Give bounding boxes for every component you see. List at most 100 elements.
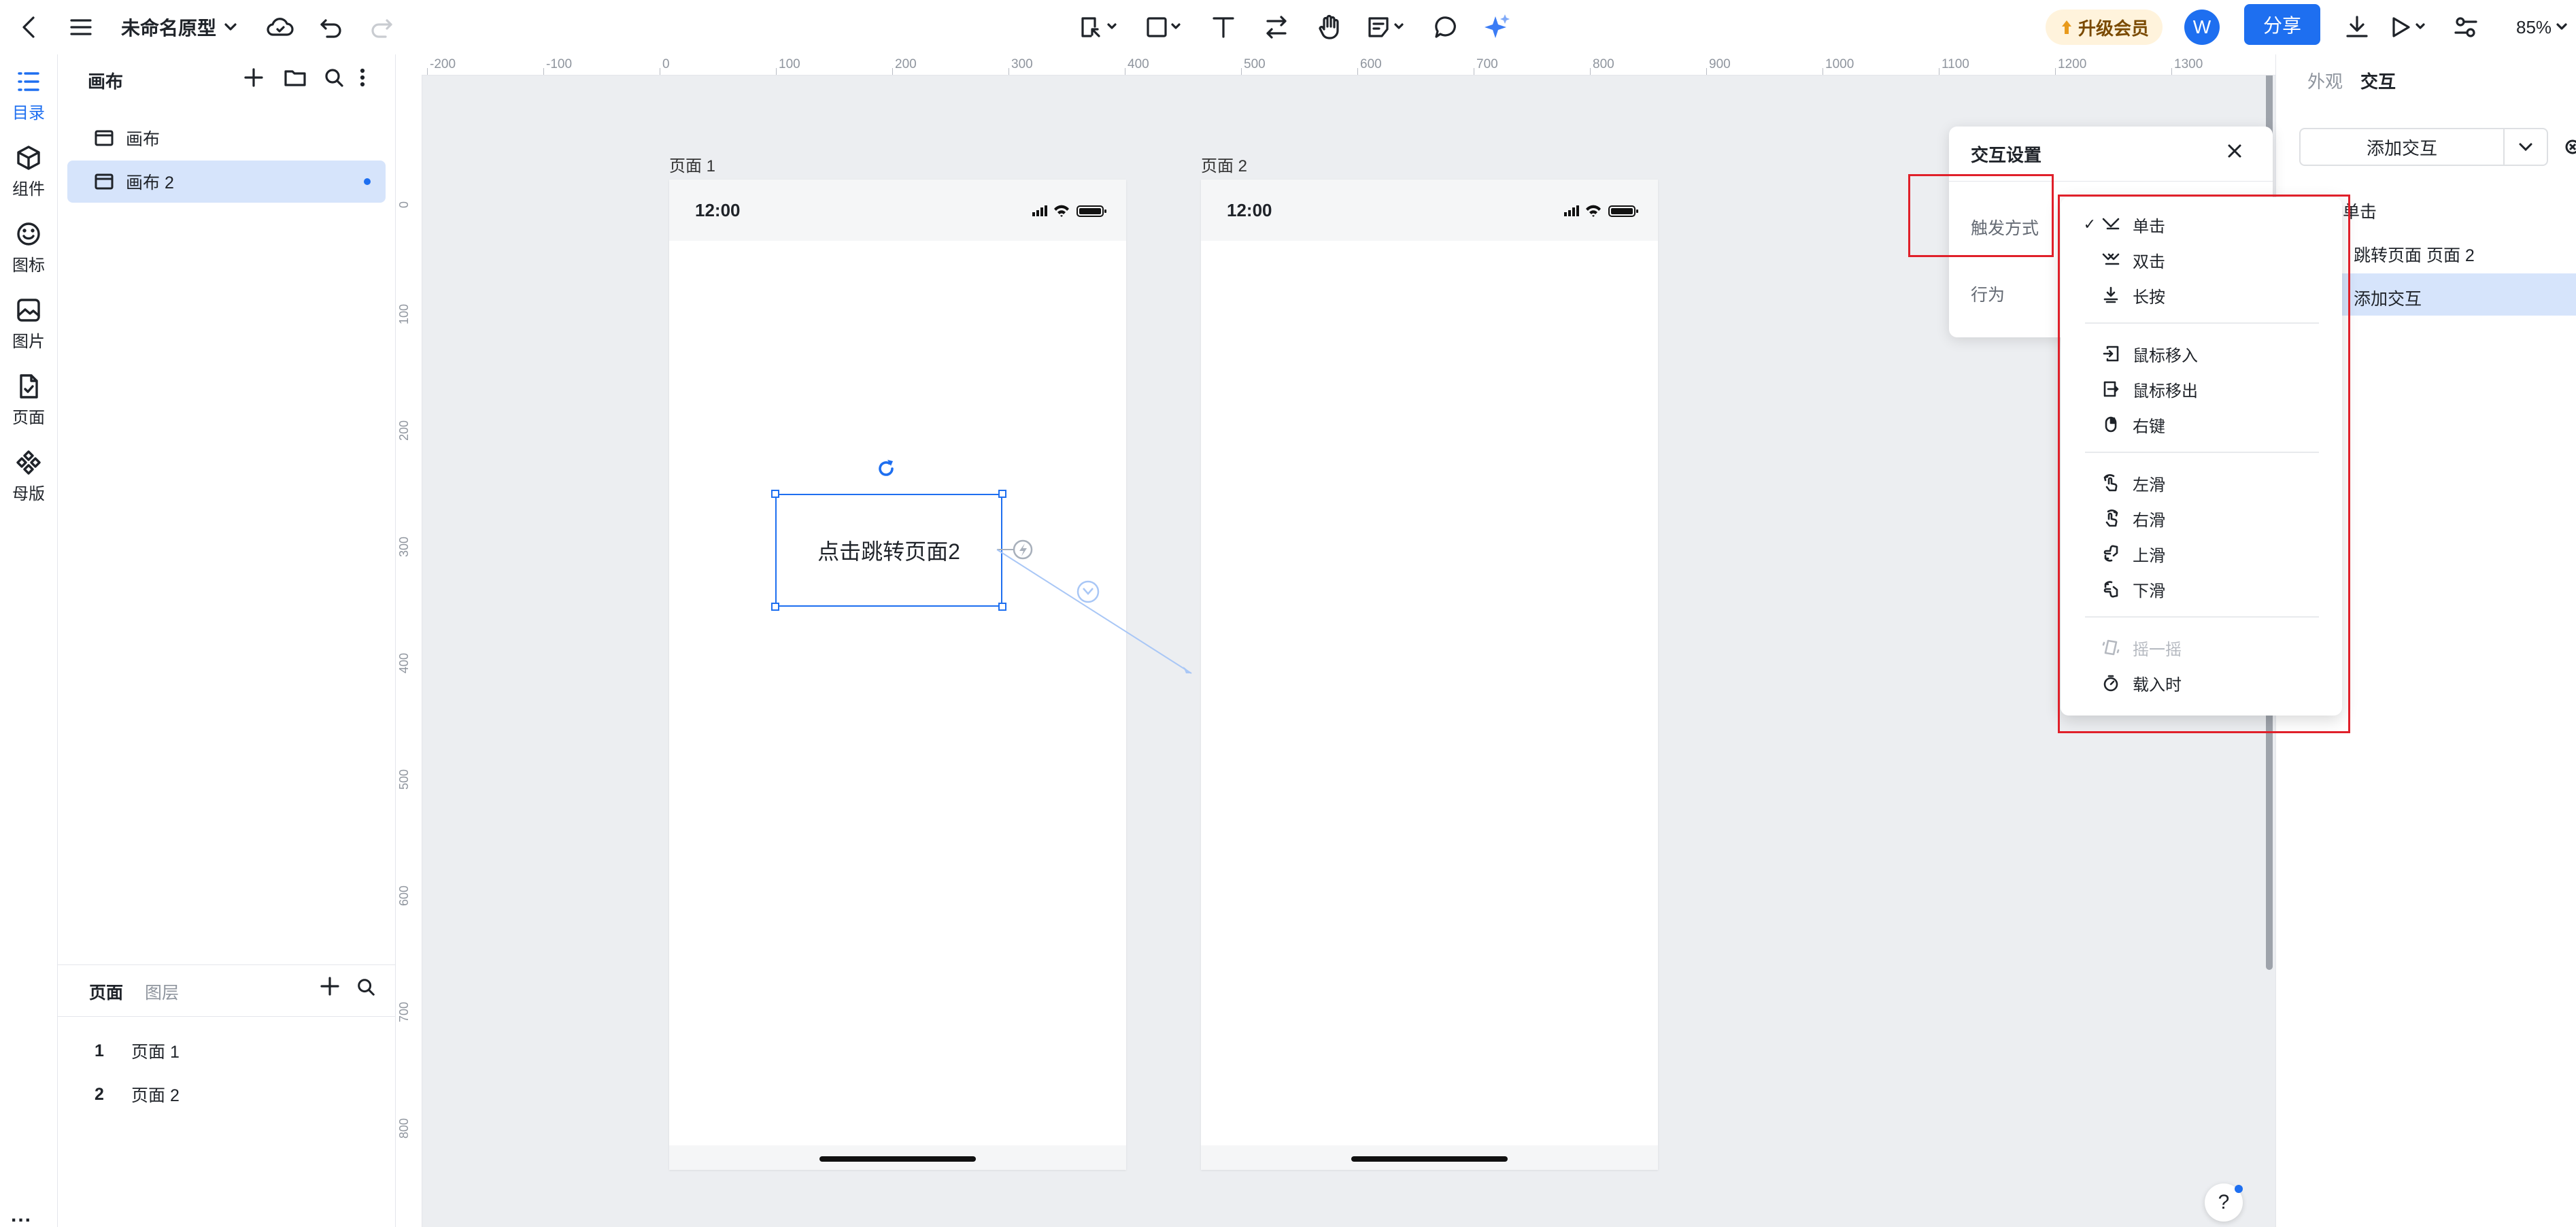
canvas-item-label: 画布 2 — [126, 173, 174, 192]
page-item[interactable]: 1 页面 1 — [95, 1034, 180, 1068]
tab-pages[interactable]: 页面 — [89, 979, 123, 1004]
frame-label: 页面 2 — [1201, 157, 1248, 175]
ruler-tick — [543, 68, 544, 75]
image-icon — [17, 299, 40, 322]
ruler-label: 700 — [1476, 57, 1498, 71]
ruler-label: 700 — [397, 1001, 411, 1022]
home-bar — [1201, 1145, 1658, 1170]
ruler-label: 400 — [397, 652, 411, 673]
ruler-label: 300 — [397, 536, 411, 557]
folder-icon[interactable] — [284, 67, 307, 88]
rail-label: 组件 — [12, 180, 45, 199]
rail-pages[interactable]: 页面 — [0, 373, 57, 441]
ruler-label: 400 — [1128, 57, 1149, 71]
ruler-tick — [427, 68, 428, 75]
canvas-frame-icon — [95, 130, 114, 146]
resize-handle[interactable] — [771, 490, 779, 498]
comment-tool[interactable] — [1431, 10, 1462, 45]
ruler-label: 1000 — [1825, 57, 1854, 71]
ruler-label: 0 — [397, 201, 411, 208]
doc-title-dropdown[interactable]: 未命名原型 — [121, 10, 238, 45]
add-interaction-dropdown[interactable] — [2503, 128, 2548, 166]
ruler-label: 300 — [1011, 57, 1033, 71]
interaction-connector — [996, 539, 1192, 674]
menu-icon[interactable] — [67, 10, 95, 45]
page-number: 2 — [95, 1084, 104, 1104]
back-icon[interactable] — [15, 10, 42, 45]
highlight-trigger-menu — [2058, 195, 2350, 733]
kebab-menu-icon[interactable] — [357, 67, 368, 88]
active-dot — [364, 178, 371, 185]
ruler-label: 100 — [779, 57, 800, 71]
upgrade-button[interactable]: 升级会员 — [2046, 10, 2163, 45]
outline-list-icon — [18, 72, 39, 91]
sticky-note-tool[interactable] — [1364, 10, 1412, 45]
text-tool[interactable] — [1208, 10, 1239, 45]
search-icon[interactable] — [356, 977, 376, 997]
smiley-icon — [17, 222, 40, 246]
add-interaction-node[interactable]: 添加交互 — [2354, 286, 2422, 310]
ruler-label: 1300 — [2174, 57, 2203, 71]
left-panel: 画布 画布 画布 2 页面 图层 1 页面 1 2 页面 2 — [58, 54, 396, 1227]
resize-handle[interactable] — [998, 490, 1006, 498]
shape-tool[interactable] — [1142, 10, 1190, 45]
canvas-item[interactable]: 画布 — [67, 117, 386, 159]
resize-handle[interactable] — [771, 603, 779, 611]
rail-components[interactable]: 组件 — [0, 144, 57, 212]
ruler-left: 0100200300400500600700800900 — [396, 75, 422, 1227]
preview-play-button[interactable] — [2388, 10, 2430, 45]
rail-label: 母版 — [12, 485, 45, 503]
page-icon — [20, 374, 38, 399]
frame-tool[interactable] — [1076, 10, 1123, 45]
interaction-action-node[interactable]: 跳转页面 页面 2 — [2354, 242, 2475, 267]
clear-icon[interactable] — [2562, 137, 2576, 156]
zoom-dropdown[interactable]: 85% — [2516, 10, 2568, 45]
rail-masters[interactable]: 母版 — [0, 449, 57, 517]
ruler-label: 600 — [1360, 57, 1382, 71]
ruler-label: 200 — [397, 420, 411, 441]
status-bar: 12:00 — [1201, 180, 1658, 241]
highlight-trigger-label — [1908, 174, 2054, 257]
tab-interaction[interactable]: 交互 — [2360, 68, 2396, 93]
action-label: 行为 — [1971, 286, 2005, 305]
search-icon[interactable] — [323, 67, 345, 88]
ai-sparkle-icon[interactable] — [1480, 10, 1514, 45]
rotate-icon[interactable] — [875, 457, 898, 480]
avatar[interactable]: W — [2184, 10, 2220, 45]
popover-title: 交互设置 — [1971, 145, 2042, 165]
close-icon[interactable] — [2225, 141, 2244, 161]
cloud-sync-icon[interactable] — [264, 10, 296, 45]
chevron-down-icon — [224, 23, 237, 31]
share-button[interactable]: 分享 — [2244, 4, 2320, 45]
ruler-tick — [892, 68, 893, 75]
download-icon[interactable] — [2342, 10, 2372, 45]
ruler-label: 1200 — [2058, 57, 2087, 71]
undo-icon[interactable] — [317, 10, 345, 45]
add-page-icon[interactable] — [319, 975, 341, 997]
rail-label: 图标 — [12, 256, 45, 275]
rail-icons[interactable]: 图标 — [0, 220, 57, 288]
ruler-tick — [1590, 68, 1591, 75]
hand-tool[interactable] — [1314, 10, 1345, 45]
jump-button-element[interactable]: 点击跳转页面2 — [775, 494, 1002, 607]
home-indicator — [819, 1156, 976, 1162]
more-options-icon[interactable]: ... — [11, 1204, 32, 1227]
canvas-item-selected[interactable]: 画布 2 — [67, 161, 386, 203]
status-bar: 12:00 — [669, 180, 1126, 241]
connector-tool[interactable] — [1261, 10, 1292, 45]
redo-icon[interactable] — [367, 10, 396, 45]
page-number: 1 — [95, 1041, 104, 1060]
add-interaction-button[interactable]: 添加交互 — [2299, 128, 2503, 166]
tab-layers[interactable]: 图层 — [145, 979, 179, 1004]
add-icon[interactable] — [243, 67, 265, 88]
page2-frame[interactable]: 12:00 — [1201, 180, 1658, 1170]
ruler-label: 0 — [662, 57, 670, 71]
rail-images[interactable]: 图片 — [0, 297, 57, 365]
home-indicator — [1351, 1156, 1508, 1162]
settings-sliders-icon[interactable] — [2451, 10, 2481, 45]
rail-outline[interactable]: 目录 — [0, 68, 57, 136]
status-icons — [1564, 205, 1638, 217]
page-item[interactable]: 2 页面 2 — [95, 1077, 180, 1111]
page-name: 页面 2 — [131, 1086, 180, 1105]
tab-appearance[interactable]: 外观 — [2307, 68, 2343, 93]
